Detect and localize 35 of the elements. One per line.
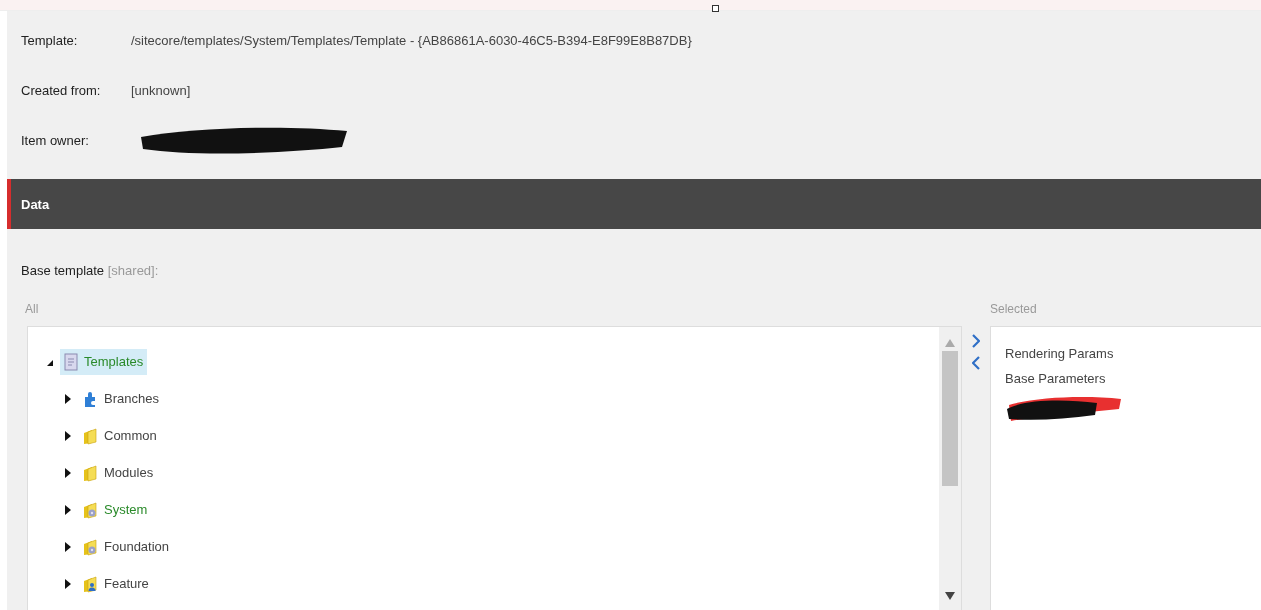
document-icon	[64, 352, 78, 371]
folder-icon	[82, 463, 98, 482]
collapsed-arrow-icon[interactable]	[64, 578, 72, 589]
list-title: All	[24, 302, 40, 318]
scrollbar[interactable]	[939, 327, 961, 610]
tree-item[interactable]: System	[78, 496, 152, 523]
field-value: [unknown]	[131, 82, 191, 98]
field-label: Item owner:	[21, 132, 90, 148]
folder-user-icon	[82, 574, 98, 593]
folder-gear-icon	[82, 500, 98, 519]
field-label: Created from:	[21, 82, 102, 98]
section-title: Data	[21, 196, 50, 212]
puzzle-icon	[82, 389, 98, 408]
tree-item[interactable]: Foundation	[78, 533, 174, 560]
tree-item[interactable]: Branches	[78, 385, 163, 412]
tree-item[interactable]: Modules	[78, 459, 158, 486]
section-header[interactable]: Data	[7, 179, 1261, 229]
collapsed-arrow-icon[interactable]	[64, 393, 72, 404]
list-item[interactable]: Rendering Params	[1005, 341, 1247, 366]
field-label: Template:	[21, 32, 79, 48]
field-value: /sitecore/templates/System/Templates/Template - {AB86861A-6030-46C5-B394-E8F99E8B87DB}	[131, 32, 692, 48]
folder-gear-icon	[82, 537, 98, 556]
tree-item[interactable]: Common	[78, 422, 161, 449]
scroll-down-icon[interactable]	[945, 592, 955, 600]
collapsed-arrow-icon[interactable]	[64, 541, 72, 552]
collapsed-arrow-icon[interactable]	[64, 467, 72, 478]
tree-item[interactable]: Feature	[78, 570, 153, 597]
list-title: Selected	[990, 302, 1038, 318]
folder-icon	[82, 426, 98, 445]
collapsed-arrow-icon[interactable]	[64, 504, 72, 515]
collapsed-arrow-icon[interactable]	[64, 430, 72, 441]
list-item[interactable]: Base Parameters	[1005, 366, 1247, 391]
field-label: Base template [shared]:	[21, 263, 159, 278]
tree-item[interactable]: Templates	[60, 348, 148, 375]
handle-icon[interactable]	[712, 5, 719, 12]
